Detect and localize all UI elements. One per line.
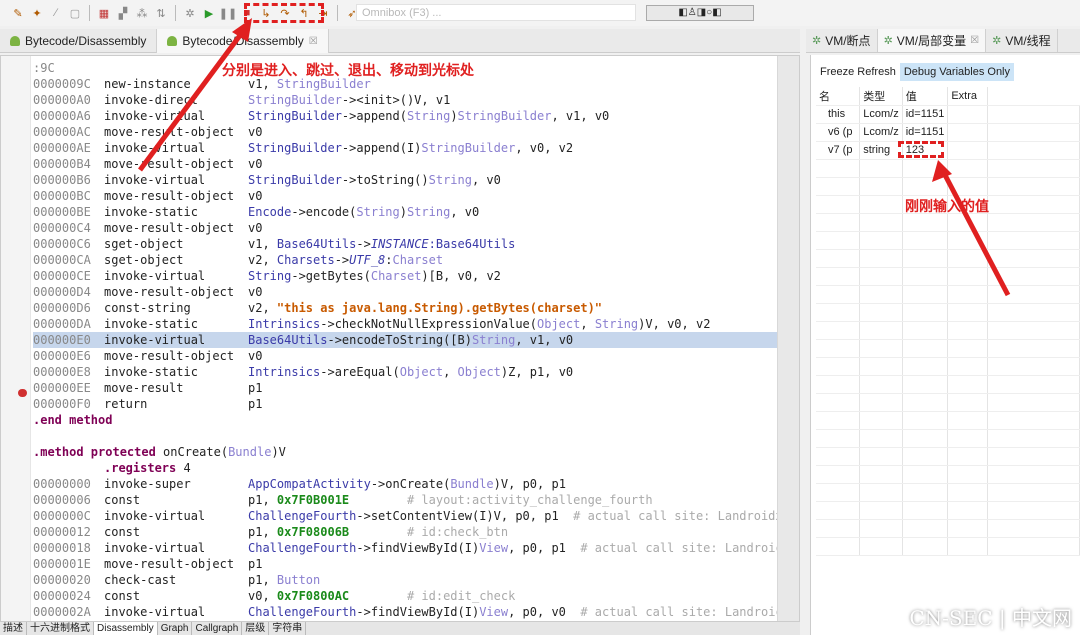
value-annotation: 刚刚输入的值 — [905, 199, 989, 215]
arrow-to-toolbar — [137, 28, 247, 172]
watermark: CN-SEC | 中文网 — [909, 606, 1072, 630]
annotation-arrows — [137, 18, 1011, 297]
arrow-to-value — [942, 173, 1011, 297]
toolbar-annotation: 分别是进入、跳过、退出、移动到光标处 — [222, 63, 474, 79]
